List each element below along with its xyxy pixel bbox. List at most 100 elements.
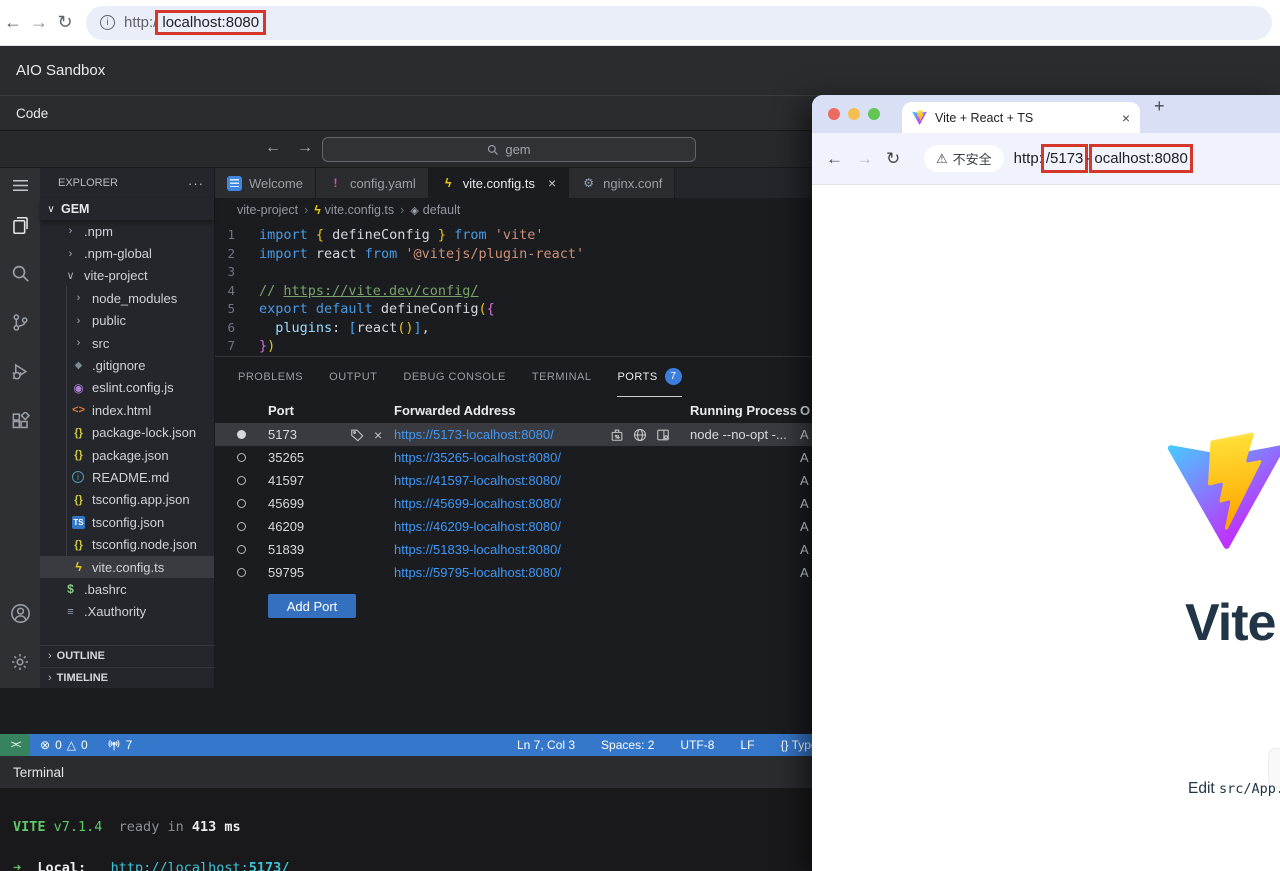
- forwarded-address-link[interactable]: https://45699-localhost:8080/: [394, 496, 561, 511]
- breadcrumb-item[interactable]: vite-project: [229, 203, 298, 217]
- file-name: tsconfig.node.json: [92, 537, 197, 553]
- forward-icon[interactable]: →: [26, 12, 52, 33]
- menu-icon[interactable]: [0, 168, 40, 202]
- editor-forward-icon[interactable]: →: [297, 139, 313, 157]
- editor-tab[interactable]: ϟ vite.config.ts ×: [428, 168, 570, 198]
- warnings-icon[interactable]: △: [67, 738, 76, 752]
- file-tree-item[interactable]: ϟ vite.config.ts: [40, 555, 214, 579]
- reload-icon[interactable]: ↻: [52, 12, 78, 33]
- close-window-icon[interactable]: [828, 108, 840, 120]
- tab-file-icon: [227, 175, 242, 191]
- new-tab-icon[interactable]: +: [1154, 96, 1165, 117]
- status-item[interactable]: Spaces: 2: [601, 738, 654, 752]
- file-tree-item[interactable]: › src: [40, 332, 214, 354]
- extensions-icon[interactable]: [0, 404, 40, 438]
- file-tree-item[interactable]: $ .bashrc: [40, 578, 214, 600]
- panel-tab-label: TERMINAL: [531, 371, 592, 383]
- file-tree-item[interactable]: › .npm: [40, 220, 214, 242]
- tab-label: config.yaml: [349, 175, 416, 191]
- url-text[interactable]: http:/5173- ocalhost:8080: [1014, 144, 1193, 173]
- file-tree-item[interactable]: {} package.json: [40, 444, 214, 466]
- text-token: :: [332, 319, 349, 336]
- back-icon[interactable]: ←: [826, 149, 856, 169]
- outline-section[interactable]: › OUTLINE: [40, 645, 215, 667]
- file-tree-item[interactable]: ◆ .gitignore: [40, 354, 214, 376]
- file-tree-item[interactable]: › public: [40, 310, 214, 332]
- file-name: index.html: [92, 402, 152, 418]
- file-tree-item[interactable]: <> index.html: [40, 399, 214, 421]
- account-icon[interactable]: [0, 596, 40, 630]
- reload-icon[interactable]: ↻: [886, 149, 916, 169]
- port-label-icon[interactable]: [350, 428, 364, 442]
- forwarded-address-link[interactable]: https://51839-localhost:8080/: [394, 542, 561, 557]
- file-tree-item[interactable]: ∨ vite-project: [40, 265, 214, 287]
- breadcrumb-item[interactable]: › ◈ default: [398, 203, 460, 217]
- explorer-icon[interactable]: [0, 208, 40, 242]
- not-secure-badge[interactable]: ⚠ 不安全: [924, 145, 1004, 172]
- editor-back-icon[interactable]: ←: [265, 139, 281, 157]
- tab-close-icon[interactable]: ×: [548, 175, 556, 191]
- url-text[interactable]: http:/localhost:8080: [124, 10, 267, 35]
- status-item[interactable]: LF: [740, 738, 754, 752]
- site-info-icon[interactable]: i: [100, 15, 115, 30]
- ports-broadcast-icon[interactable]: [107, 738, 121, 752]
- errors-count[interactable]: 0: [55, 738, 62, 752]
- line-number: 1: [227, 227, 235, 242]
- add-port-button[interactable]: Add Port: [268, 594, 356, 618]
- settings-gear-icon[interactable]: [0, 645, 40, 679]
- breadcrumb-item[interactable]: › ϟ vite.config.ts: [302, 203, 394, 217]
- file-tree-item[interactable]: {} package-lock.json: [40, 422, 214, 444]
- back-icon[interactable]: ←: [0, 12, 26, 33]
- search-view-icon[interactable]: [0, 256, 40, 290]
- file-tree-item[interactable]: › node_modules: [40, 287, 214, 309]
- minimize-window-icon[interactable]: [848, 108, 860, 120]
- preview-in-editor-icon[interactable]: [656, 428, 670, 442]
- tab-label: nginx.conf: [603, 175, 663, 191]
- status-item[interactable]: Ln 7, Col 3: [517, 738, 575, 752]
- forwarded-address-link[interactable]: https://41597-localhost:8080/: [394, 473, 561, 488]
- window-controls: [828, 108, 880, 120]
- panel-tab[interactable]: PROBLEMS: [238, 357, 303, 397]
- file-tree-item[interactable]: {} tsconfig.node.json: [40, 533, 214, 555]
- file-tree-item[interactable]: › .npm-global: [40, 242, 214, 264]
- forwarded-address-link[interactable]: https://46209-localhost:8080/: [394, 519, 561, 534]
- file-icon: ϟ: [75, 560, 82, 575]
- errors-icon[interactable]: ⊗: [40, 738, 50, 752]
- workspace-root[interactable]: ∨ GEM: [40, 198, 214, 220]
- file-tree-item[interactable]: {} tsconfig.app.json: [40, 489, 214, 511]
- editor-tab[interactable]: ⚙ nginx.conf: [569, 168, 676, 198]
- copy-address-icon[interactable]: [610, 428, 624, 442]
- forwarded-address-link[interactable]: https://35265-localhost:8080/: [394, 450, 561, 465]
- timeline-section[interactable]: › TIMELINE: [40, 666, 215, 689]
- browser-tab[interactable]: Vite + React + TS ×: [902, 102, 1140, 133]
- file-icon: i: [72, 471, 84, 484]
- tab-file-icon: ϟ: [445, 176, 452, 190]
- remote-indicator[interactable]: ><: [0, 734, 30, 756]
- panel-tab[interactable]: PORTS 7: [617, 357, 682, 397]
- run-debug-icon[interactable]: [0, 354, 40, 388]
- file-tree-item[interactable]: i README.md: [40, 466, 214, 488]
- file-tree-item[interactable]: ◉ eslint.config.js: [40, 377, 214, 399]
- file-tree-item[interactable]: TS tsconfig.json: [40, 511, 214, 533]
- vite-logo[interactable]: [1165, 432, 1280, 552]
- panel-tab[interactable]: OUTPUT: [329, 357, 377, 397]
- panel-tab[interactable]: TERMINAL: [532, 357, 592, 397]
- forwarded-address-link[interactable]: https://5173-localhost:8080/: [394, 427, 554, 442]
- address-bar[interactable]: i http:/localhost:8080: [86, 5, 1272, 40]
- file-tree-item[interactable]: ≡ .Xauthority: [40, 601, 214, 623]
- text-token: ready in: [102, 819, 192, 835]
- maximize-window-icon[interactable]: [868, 108, 880, 120]
- warnings-count[interactable]: 0: [81, 738, 88, 752]
- forwarded-ports-count[interactable]: 7: [126, 738, 133, 752]
- explorer-more-icon[interactable]: ···: [188, 176, 204, 191]
- editor-tab[interactable]: Welcome: [215, 168, 316, 198]
- status-item[interactable]: UTF-8: [680, 738, 714, 752]
- forwarded-address-link[interactable]: https://59795-localhost:8080/: [394, 565, 561, 580]
- source-control-icon[interactable]: [0, 305, 40, 339]
- editor-tab[interactable]: ! config.yaml: [315, 168, 429, 198]
- panel-tab[interactable]: DEBUG CONSOLE: [403, 357, 505, 397]
- port-close-icon[interactable]: ×: [374, 427, 382, 443]
- open-in-browser-icon[interactable]: [633, 428, 647, 442]
- tab-close-icon[interactable]: ×: [1122, 110, 1130, 126]
- command-search-input[interactable]: gem: [322, 137, 696, 162]
